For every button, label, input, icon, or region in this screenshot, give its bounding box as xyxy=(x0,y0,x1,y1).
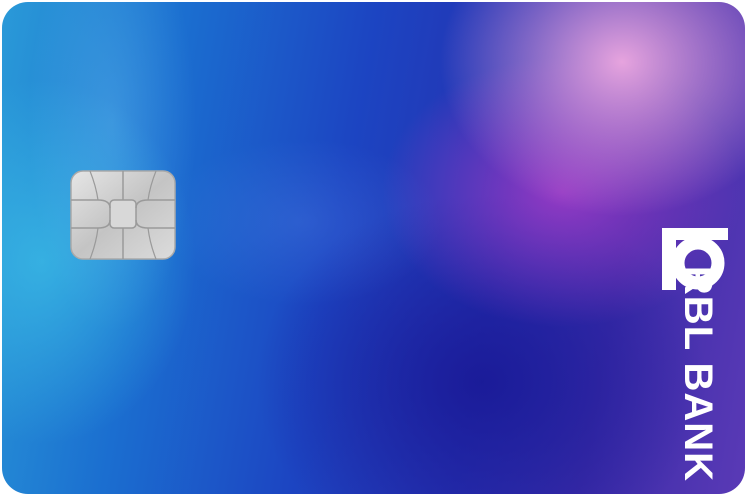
brand-name: RBL BANK xyxy=(676,265,720,483)
emv-chip-icon xyxy=(70,170,176,260)
credit-card: RBL BANK xyxy=(2,2,745,494)
